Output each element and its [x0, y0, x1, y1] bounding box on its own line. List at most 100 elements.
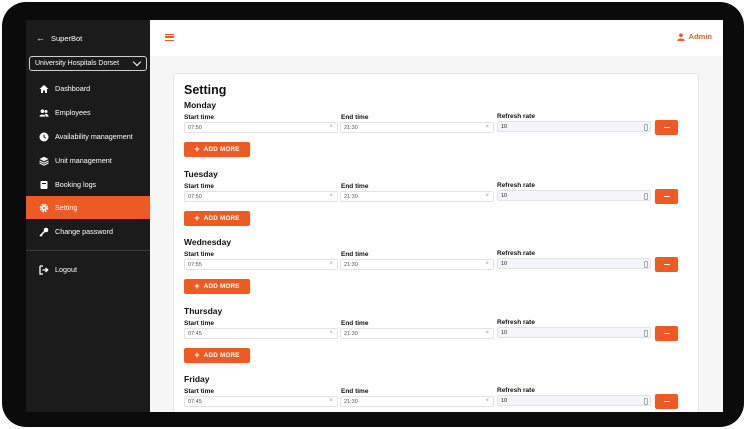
- plus-icon: +: [194, 144, 200, 154]
- day-section-thursday: Thursday Start time End time Refresh rat…: [174, 306, 700, 374]
- refresh-rate-value: 10: [501, 260, 508, 267]
- clear-icon[interactable]: ×: [329, 330, 333, 336]
- start-time-label: Start time: [184, 183, 214, 190]
- clear-icon[interactable]: ×: [485, 330, 489, 336]
- sidebar-item-booking-logs[interactable]: Booking logs: [26, 173, 150, 196]
- main-content: Admin Setting Monday Start time End time…: [150, 20, 723, 412]
- sidebar-item-change-password[interactable]: Change password: [26, 220, 150, 243]
- user-name: Admin: [688, 32, 712, 41]
- end-time-label: End time: [341, 251, 369, 258]
- sidebar-item-label: Booking logs: [55, 180, 97, 189]
- refresh-rate-value: 10: [501, 123, 508, 130]
- remove-slot-button[interactable]: [655, 326, 678, 341]
- minus-icon: [663, 126, 670, 129]
- add-more-button[interactable]: + ADD MORE: [184, 348, 250, 363]
- add-more-button[interactable]: + ADD MORE: [184, 279, 250, 294]
- end-time-field[interactable]: 21:30 ×: [340, 396, 494, 407]
- sidebar-item-availability[interactable]: Availability management: [26, 125, 150, 148]
- end-time-field[interactable]: 21:30 ×: [340, 122, 494, 133]
- add-more-button[interactable]: + ADD MORE: [184, 142, 250, 157]
- sidebar-item-employees[interactable]: Employees: [26, 101, 150, 124]
- page-title: Setting: [184, 83, 227, 97]
- spinner-icon[interactable]: [644, 192, 648, 200]
- day-section-monday: Monday Start time End time Refresh rate …: [174, 100, 700, 168]
- end-time-field[interactable]: 21:30 ×: [340, 191, 494, 202]
- end-time-label: End time: [341, 320, 369, 327]
- refresh-rate-label: Refresh rate: [497, 319, 535, 326]
- end-time-value: 21:30: [344, 330, 358, 337]
- start-time-value: 07:45: [188, 330, 202, 337]
- gear-icon: [39, 203, 49, 213]
- start-time-field[interactable]: 07:45 ×: [184, 396, 338, 407]
- logout-icon: [39, 264, 49, 275]
- user-menu[interactable]: Admin: [676, 32, 712, 41]
- spinner-icon[interactable]: [644, 329, 648, 337]
- day-name: Thursday: [184, 306, 223, 316]
- app-name: SuperBot: [51, 33, 83, 43]
- start-time-label: Start time: [184, 388, 214, 395]
- day-section-wednesday: Wednesday Start time End time Refresh ra…: [174, 237, 700, 305]
- remove-slot-button[interactable]: [655, 189, 678, 204]
- refresh-rate-input[interactable]: 10: [497, 121, 651, 132]
- start-time-value: 07:45: [188, 398, 202, 405]
- remove-slot-button[interactable]: [655, 394, 678, 409]
- start-time-field[interactable]: 07:45 ×: [184, 328, 338, 339]
- end-time-field[interactable]: 21:30 ×: [340, 328, 494, 339]
- plus-icon: +: [194, 281, 200, 291]
- hamburger-icon[interactable]: [165, 34, 174, 41]
- clear-icon[interactable]: ×: [485, 193, 489, 199]
- end-time-label: End time: [341, 114, 369, 121]
- refresh-rate-input[interactable]: 10: [497, 190, 651, 201]
- sidebar-item-setting[interactable]: Setting: [26, 196, 150, 219]
- start-time-value: 07:50: [188, 124, 202, 131]
- start-time-field[interactable]: 07:50 ×: [184, 191, 338, 202]
- refresh-rate-label: Refresh rate: [497, 387, 535, 394]
- minus-icon: [663, 195, 670, 198]
- remove-slot-button[interactable]: [655, 120, 678, 135]
- refresh-rate-input[interactable]: 10: [497, 258, 651, 269]
- add-more-label: ADD MORE: [203, 352, 240, 359]
- refresh-rate-label: Refresh rate: [497, 182, 535, 189]
- plus-icon: +: [194, 350, 200, 360]
- logout-button[interactable]: Logout: [26, 258, 150, 281]
- add-more-button[interactable]: + ADD MORE: [184, 211, 250, 226]
- add-more-label: ADD MORE: [203, 283, 240, 290]
- clear-icon[interactable]: ×: [485, 261, 489, 267]
- end-time-label: End time: [341, 388, 369, 395]
- refresh-rate-value: 10: [501, 192, 508, 199]
- clear-icon[interactable]: ×: [485, 124, 489, 130]
- refresh-rate-input[interactable]: 10: [497, 327, 651, 338]
- clear-icon[interactable]: ×: [329, 398, 333, 404]
- spinner-icon[interactable]: [644, 397, 648, 405]
- user-icon: [676, 32, 685, 41]
- start-time-label: Start time: [184, 114, 214, 121]
- end-time-field[interactable]: 21:30 ×: [340, 259, 494, 270]
- refresh-rate-input[interactable]: 10: [497, 395, 651, 406]
- day-name: Friday: [184, 374, 210, 384]
- clear-icon[interactable]: ×: [329, 124, 333, 130]
- organization-select[interactable]: University Hospitals Dorset: [29, 56, 147, 71]
- sidebar-item-unit-management[interactable]: Unit management: [26, 149, 150, 172]
- clear-icon[interactable]: ×: [329, 261, 333, 267]
- add-more-label: ADD MORE: [203, 146, 240, 153]
- start-time-field[interactable]: 07:50 ×: [184, 122, 338, 133]
- back-button[interactable]: ← SuperBot: [36, 31, 82, 45]
- clear-icon[interactable]: ×: [329, 193, 333, 199]
- start-time-value: 07:55: [188, 261, 202, 268]
- book-icon: [39, 180, 49, 190]
- key-icon: [39, 227, 49, 237]
- end-time-label: End time: [341, 183, 369, 190]
- back-arrow-icon: ←: [36, 32, 45, 43]
- start-time-field[interactable]: 07:55 ×: [184, 259, 338, 270]
- remove-slot-button[interactable]: [655, 257, 678, 272]
- sidebar-item-dashboard[interactable]: Dashboard: [26, 77, 150, 100]
- sidebar-item-label: Setting: [55, 203, 78, 212]
- sidebar-item-label: Unit management: [55, 156, 112, 165]
- day-name: Tuesday: [184, 169, 218, 179]
- day-name: Monday: [184, 100, 217, 110]
- clear-icon[interactable]: ×: [485, 398, 489, 404]
- spinner-icon[interactable]: [644, 123, 648, 131]
- sidebar-item-label: Change password: [55, 227, 113, 236]
- end-time-value: 21:30: [344, 124, 358, 131]
- spinner-icon[interactable]: [644, 260, 648, 268]
